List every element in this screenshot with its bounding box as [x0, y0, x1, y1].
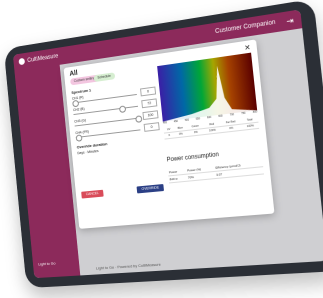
slider-value[interactable]: 0	[143, 122, 160, 132]
power-table: Power Power (%) Efficiency (µmol/J) 840 …	[167, 159, 264, 184]
app-screen: CultiMeasure Customer Companion ⇥ Light …	[12, 9, 323, 279]
table-cell: 100%	[241, 122, 260, 131]
app-name: CultiMeasure	[27, 53, 59, 64]
footer: Light to Go · Powered by CultiMeasure	[95, 261, 161, 271]
table-cell: 0%	[187, 128, 205, 137]
axis-tick: 450	[173, 119, 179, 124]
axis-tick: 800	[252, 110, 258, 114]
slider-value[interactable]: 72	[141, 98, 158, 109]
axis-tick: 700	[229, 113, 235, 117]
tablet-frame: CultiMeasure Customer Companion ⇥ Light …	[3, 0, 323, 289]
logo-icon	[18, 57, 26, 66]
slider-value[interactable]: 100	[142, 110, 159, 121]
override-button[interactable]: OVERRIDE	[136, 183, 165, 194]
slider-knob[interactable]	[118, 105, 127, 114]
slider-value[interactable]: 0	[140, 86, 157, 97]
axis-tick: 400	[162, 121, 168, 125]
axis-tick: 650	[218, 114, 223, 119]
slider-name: CH3 (G)	[74, 118, 87, 124]
modal-title: All	[69, 69, 78, 78]
slider-name: CH2 (B)	[72, 106, 85, 113]
sidebar-brand: Light to Go	[38, 260, 56, 267]
days-field[interactable]: Days	[77, 151, 85, 156]
table-cell: 0%	[220, 124, 243, 133]
table-cell: 0%	[174, 130, 188, 138]
table-cell: 100%	[204, 126, 221, 135]
user-name[interactable]: Customer Companion	[215, 20, 276, 35]
axis-tick: 600	[206, 115, 212, 120]
logo: CultiMeasure	[18, 53, 58, 66]
footer-left: Light to Go	[95, 264, 115, 271]
minutes-field[interactable]: Minutes	[87, 149, 99, 154]
table-cell: 840 w	[168, 174, 188, 183]
close-icon[interactable]: ✕	[244, 43, 251, 52]
power-title: Power consumption	[166, 151, 220, 164]
slider-knob[interactable]	[135, 115, 143, 123]
axis-tick: 750	[241, 111, 246, 116]
axis-tick: 500	[184, 118, 190, 123]
cancel-button[interactable]: CANCEL	[81, 189, 104, 199]
modal: All ✕ Custom settings Schedule Spectrum …	[63, 39, 275, 229]
axis-tick: 550	[195, 117, 201, 121]
logout-icon[interactable]: ⇥	[286, 16, 294, 26]
chip-schedule[interactable]: Schedule	[93, 72, 115, 83]
slider-knob[interactable]	[72, 99, 80, 108]
table-cell: 70%	[186, 171, 216, 182]
footer-right: Powered by CultiMeasure	[117, 261, 161, 270]
slider-panel: Spectrum 1 CH1 (R) 0 CH2 (B) 72 CH3 (G)	[71, 79, 161, 156]
table-cell: 0	[163, 131, 175, 140]
slider-knob[interactable]	[75, 134, 83, 142]
